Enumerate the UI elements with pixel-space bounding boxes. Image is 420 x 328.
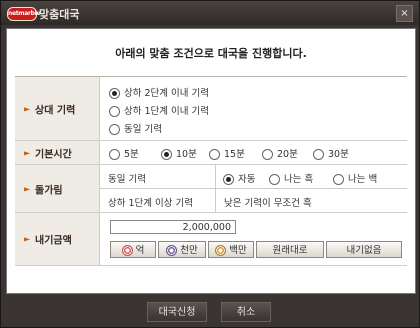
radio-time-15[interactable]: 15분 — [209, 146, 245, 160]
radio-icon — [333, 174, 344, 185]
reset-button[interactable]: 원래대로 — [256, 241, 324, 258]
arrow-icon: ► — [24, 184, 31, 193]
option-label: 동일 기력 — [124, 124, 162, 135]
radio-time-10[interactable]: 10분 — [161, 146, 197, 160]
radio-opponent-2[interactable]: 상하 2단계 이내 기력 — [109, 85, 209, 99]
option-label: 10분 — [176, 149, 197, 160]
no-bet-button[interactable]: 내기없음 — [326, 241, 402, 258]
row-label-cell: ► 상대 기력 — [15, 77, 100, 140]
window-title: 맞춤대국 — [39, 8, 80, 21]
chip-icon — [215, 245, 227, 256]
close-icon[interactable]: × — [396, 5, 413, 22]
option-label: 상하 2단계 이내 기력 — [124, 88, 210, 99]
row-label-cell: ► 내기금액 — [15, 213, 100, 265]
radio-icon — [109, 124, 120, 135]
divider — [100, 188, 407, 189]
row-label: 상대 기력 — [35, 105, 76, 116]
option-label: 15분 — [224, 149, 245, 160]
button-label: 억 — [135, 245, 145, 256]
option-label: 20분 — [277, 149, 298, 160]
row-bet-amount: ► 내기금액 2,000,000 억 천만 백만 원래대로 내기없음 — [15, 213, 407, 266]
option-label: 상하 1단계 이내 기력 — [124, 106, 210, 117]
add-baekman-button[interactable]: 백만 — [208, 241, 254, 258]
row-label: 기본시간 — [35, 149, 72, 160]
option-label: 나는 흑 — [284, 174, 314, 185]
radio-icon — [109, 149, 120, 160]
option-label: 5분 — [124, 149, 139, 160]
content-panel: 아래의 맞춤 조건으로 대국을 진행합니다. ► 상대 기력 상하 2단계 이내… — [6, 28, 416, 294]
option-label: 자동 — [238, 174, 256, 185]
same-level-label: 동일 기력 — [108, 174, 146, 185]
row-label: 내기금액 — [35, 235, 72, 247]
row-base-time: ► 기본시간 5분 10분 15분 20분 30분 — [15, 141, 407, 165]
arrow-icon: ► — [24, 234, 31, 244]
footer: 대국신청 취소 — [1, 294, 419, 327]
row-opponent-level: ► 상대 기력 상하 2단계 이내 기력 상하 1단계 이내 기력 동일 기력 — [15, 77, 407, 141]
button-label: 천만 — [180, 245, 198, 256]
divider — [215, 165, 216, 212]
radio-time-20[interactable]: 20분 — [262, 146, 298, 160]
radio-icon — [109, 106, 120, 117]
match-dialog: netmarble 맞춤대국 × 아래의 맞춤 조건으로 대국을 진행합니다. … — [0, 0, 420, 328]
bet-amount-field[interactable]: 2,000,000 — [110, 220, 236, 234]
row-label: 돌가림 — [35, 185, 63, 196]
radio-time-5[interactable]: 5분 — [109, 146, 139, 160]
add-cheonman-button[interactable]: 천만 — [158, 241, 206, 258]
radio-icon — [209, 149, 220, 160]
radio-opponent-same[interactable]: 동일 기력 — [109, 121, 162, 135]
cancel-button[interactable]: 취소 — [221, 302, 271, 322]
option-label: 나는 백 — [348, 174, 378, 185]
row-label-cell: ► 돌가림 — [15, 165, 100, 212]
settings-table: ► 상대 기력 상하 2단계 이내 기력 상하 1단계 이내 기력 동일 기력 … — [15, 76, 407, 266]
arrow-icon: ► — [24, 104, 31, 113]
radio-white[interactable]: 나는 백 — [333, 171, 377, 185]
apply-match-button[interactable]: 대국신청 — [147, 302, 207, 322]
radio-black[interactable]: 나는 흑 — [269, 171, 313, 185]
arrow-icon: ► — [24, 148, 31, 157]
button-label: 백만 — [229, 245, 247, 256]
radio-selected-icon — [109, 88, 120, 99]
radio-icon — [262, 149, 273, 160]
radio-opponent-1[interactable]: 상하 1단계 이내 기력 — [109, 103, 209, 117]
title-bar: netmarble 맞춤대국 × — [1, 1, 419, 25]
higher-level-label: 상하 1단계 이상 기력 — [108, 198, 194, 209]
netmarble-logo: netmarble — [7, 7, 41, 21]
radio-icon — [269, 174, 280, 185]
radio-time-30[interactable]: 30분 — [313, 146, 349, 160]
radio-auto[interactable]: 자동 — [223, 171, 255, 185]
row-label-cell: ► 기본시간 — [15, 141, 100, 164]
chip-icon — [166, 245, 178, 256]
chip-icon — [121, 245, 133, 256]
radio-icon — [313, 149, 324, 160]
radio-selected-icon — [161, 149, 172, 160]
dialog-heading: 아래의 맞춤 조건으로 대국을 진행합니다. — [115, 47, 307, 60]
radio-selected-icon — [223, 174, 234, 185]
lower-black-rule: 낮은 기력이 무조건 흑 — [224, 198, 312, 209]
row-handicap: ► 돌가림 동일 기력 자동 나는 흑 나는 백 상하 1단계 이상 기력 낮은… — [15, 165, 407, 213]
add-eok-button[interactable]: 억 — [110, 241, 156, 258]
option-label: 30분 — [328, 149, 349, 160]
